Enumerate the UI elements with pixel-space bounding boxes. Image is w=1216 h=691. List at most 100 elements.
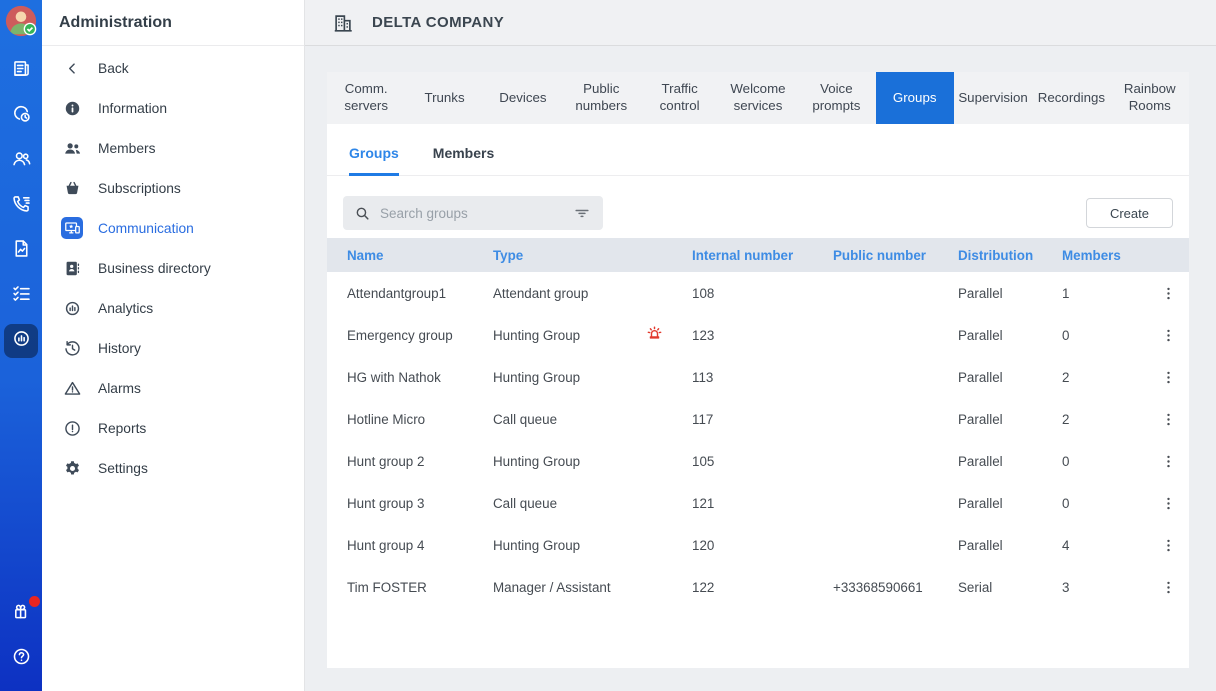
communication-card: Comm. servers Trunks Devices Public numbers… bbox=[327, 72, 1189, 668]
cell-distribution: Parallel bbox=[958, 411, 1003, 427]
subtab-members[interactable]: Members bbox=[433, 145, 494, 176]
tab-traffic-control[interactable]: Traffic control bbox=[640, 72, 718, 124]
cell-public-number: +33368590661 bbox=[833, 579, 923, 595]
app-icon-rail bbox=[0, 0, 42, 691]
rail-item-analytics[interactable] bbox=[4, 324, 38, 358]
rail-item-calls[interactable] bbox=[4, 189, 38, 223]
row-menu-button[interactable] bbox=[1158, 367, 1178, 387]
sidebar-item-back[interactable]: Back bbox=[42, 48, 304, 88]
cell-internal-number: 113 bbox=[692, 369, 714, 385]
cell-type: Call queue bbox=[493, 495, 558, 511]
analytics-icon bbox=[11, 328, 32, 354]
sidebar-item-information[interactable]: Information bbox=[42, 88, 304, 128]
column-header-distribution: Distribution bbox=[958, 247, 1034, 263]
filter-icon[interactable] bbox=[572, 203, 592, 223]
card-body: Groups Members Create Name Type Internal nu… bbox=[327, 124, 1189, 668]
rail-item-call-history[interactable] bbox=[4, 99, 38, 133]
tab-groups[interactable]: Groups bbox=[875, 72, 954, 124]
rail-item-tasks[interactable] bbox=[4, 279, 38, 313]
analytics-icon bbox=[61, 297, 83, 319]
cell-type: Call queue bbox=[493, 411, 558, 427]
column-header-type: Type bbox=[493, 247, 524, 263]
table-row[interactable]: Emergency group Hunting Group 123 Parallel 0 bbox=[327, 314, 1189, 356]
alarms-icon bbox=[61, 377, 83, 399]
sidebar-item-label: Settings bbox=[98, 460, 148, 476]
cell-name: Tim FOSTER bbox=[347, 579, 427, 595]
business-directory-icon bbox=[61, 257, 83, 279]
tab-supervision[interactable]: Supervision bbox=[954, 72, 1032, 124]
table-row[interactable]: Hunt group 3 Call queue 121 Parallel 0 bbox=[327, 482, 1189, 524]
tab-recordings[interactable]: Recordings bbox=[1032, 72, 1110, 124]
table-row[interactable]: Hunt group 2 Hunting Group 105 Parallel 0 bbox=[327, 440, 1189, 482]
row-menu-button[interactable] bbox=[1158, 577, 1178, 597]
cell-name: Hunt group 4 bbox=[347, 537, 425, 553]
subtabs: Groups Members bbox=[327, 124, 1189, 176]
column-header-internal-number: Internal number bbox=[692, 247, 794, 263]
row-menu-button[interactable] bbox=[1158, 409, 1178, 429]
sidebar-item-settings[interactable]: Settings bbox=[42, 448, 304, 488]
sidebar-item-members[interactable]: Members bbox=[42, 128, 304, 168]
table-row[interactable]: Hotline Micro Call queue 117 Parallel 2 bbox=[327, 398, 1189, 440]
tab-comm-servers[interactable]: Comm. servers bbox=[327, 72, 405, 124]
cell-type: Manager / Assistant bbox=[493, 579, 611, 595]
sidebar-item-analytics[interactable]: Analytics bbox=[42, 288, 304, 328]
cell-distribution: Parallel bbox=[958, 369, 1003, 385]
column-header-name: Name bbox=[347, 247, 384, 263]
cell-members: 4 bbox=[1062, 537, 1070, 553]
rail-item-whats-new[interactable] bbox=[4, 596, 40, 631]
tab-public-numbers[interactable]: Public numbers bbox=[562, 72, 640, 124]
notification-badge bbox=[29, 596, 40, 607]
sidebar-item-label: Back bbox=[98, 60, 129, 76]
create-button[interactable]: Create bbox=[1085, 198, 1173, 228]
sidebar-item-communication[interactable]: Communication bbox=[42, 208, 304, 248]
cell-name: Hotline Micro bbox=[347, 411, 426, 427]
sidebar-item-history[interactable]: History bbox=[42, 328, 304, 368]
table-row[interactable]: Tim FOSTER Manager / Assistant 122 +3336859… bbox=[327, 566, 1189, 608]
rail-item-bulletins[interactable] bbox=[4, 54, 38, 88]
cell-name: Emergency group bbox=[347, 327, 453, 343]
whats-new-icon bbox=[11, 601, 32, 627]
sidebar-item-subscriptions[interactable]: Subscriptions bbox=[42, 168, 304, 208]
table-row[interactable]: Attendantgroup1 Attendant group 108 Paralle… bbox=[327, 272, 1189, 314]
cell-internal-number: 120 bbox=[692, 537, 715, 553]
row-menu-button[interactable] bbox=[1158, 535, 1178, 555]
sidebar-item-label: Alarms bbox=[98, 380, 141, 396]
tab-welcome-services[interactable]: Welcome services bbox=[719, 72, 797, 124]
sidebar-item-label: Communication bbox=[98, 220, 194, 236]
sidebar-item-business-directory[interactable]: Business directory bbox=[42, 248, 304, 288]
cell-internal-number: 117 bbox=[692, 411, 714, 427]
sidebar-item-alarms[interactable]: Alarms bbox=[42, 368, 304, 408]
tab-devices[interactable]: Devices bbox=[484, 72, 562, 124]
rail-item-contacts[interactable] bbox=[4, 144, 38, 178]
subtab-groups[interactable]: Groups bbox=[349, 145, 399, 176]
rail-bottom-icons bbox=[4, 596, 40, 687]
company-building-icon bbox=[332, 12, 354, 34]
cell-internal-number: 123 bbox=[692, 327, 715, 343]
row-menu-button[interactable] bbox=[1158, 451, 1178, 471]
tab-trunks[interactable]: Trunks bbox=[405, 72, 483, 124]
company-header: DELTA COMPANY bbox=[305, 0, 1216, 46]
tab-rainbow-rooms[interactable]: Rainbow Rooms bbox=[1111, 72, 1189, 124]
sidebar-item-reports[interactable]: Reports bbox=[42, 408, 304, 448]
back-icon bbox=[61, 57, 83, 79]
tab-voice-prompts[interactable]: Voice prompts bbox=[797, 72, 875, 124]
table-row[interactable]: HG with Nathok Hunting Group 113 Parallel 2 bbox=[327, 356, 1189, 398]
sidebar-item-label: Business directory bbox=[98, 260, 211, 276]
user-avatar[interactable] bbox=[4, 4, 38, 38]
rail-item-help[interactable] bbox=[4, 642, 38, 676]
rail-item-documents[interactable] bbox=[4, 234, 38, 268]
reports-icon bbox=[61, 417, 83, 439]
cell-internal-number: 108 bbox=[692, 285, 715, 301]
row-menu-button[interactable] bbox=[1158, 283, 1178, 303]
cell-members: 0 bbox=[1062, 495, 1070, 511]
search-input[interactable] bbox=[380, 205, 563, 221]
alarm-beacon-icon bbox=[645, 324, 664, 346]
row-menu-button[interactable] bbox=[1158, 325, 1178, 345]
documents-icon bbox=[11, 238, 32, 264]
cell-distribution: Parallel bbox=[958, 327, 1003, 343]
row-menu-button[interactable] bbox=[1158, 493, 1178, 513]
table-row[interactable]: Hunt group 4 Hunting Group 120 Parallel 4 bbox=[327, 524, 1189, 566]
avatar-image bbox=[5, 5, 37, 37]
cell-type: Hunting Group bbox=[493, 369, 581, 385]
contacts-icon bbox=[11, 148, 32, 174]
